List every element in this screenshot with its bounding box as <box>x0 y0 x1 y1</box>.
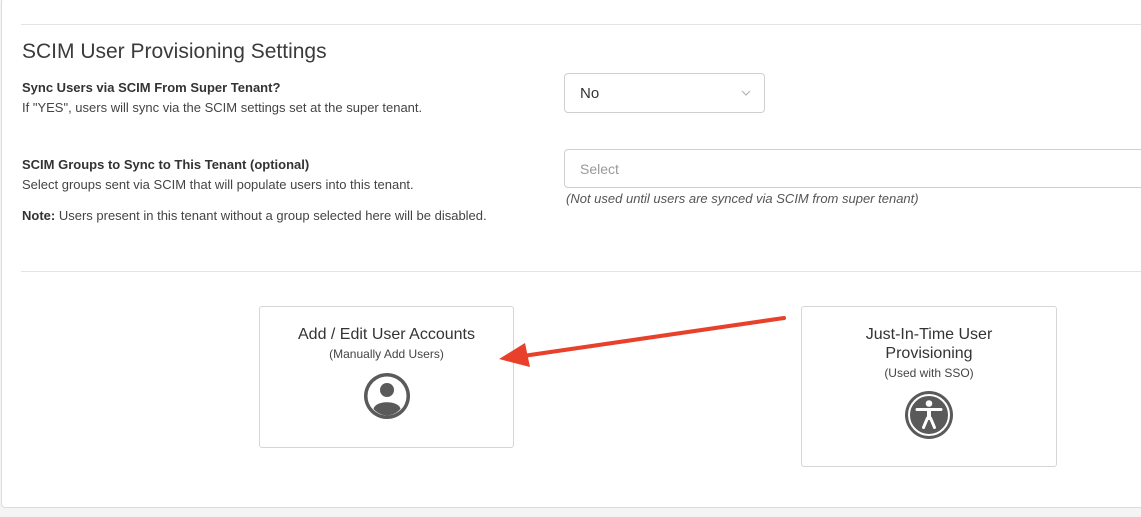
divider-top <box>21 24 1141 25</box>
scim-groups-placeholder: Select <box>580 161 619 177</box>
section-title: SCIM User Provisioning Settings <box>22 40 327 63</box>
jit-provisioning-card[interactable]: Just-In-Time User Provisioning (Used wit… <box>801 306 1057 467</box>
user-circle-icon <box>363 373 410 419</box>
chevron-down-icon <box>741 90 751 96</box>
sync-users-help: If "YES", users will sync via the SCIM s… <box>22 100 423 115</box>
add-edit-users-subtitle: (Manually Add Users) <box>329 347 444 361</box>
pointer-arrow <box>499 316 786 367</box>
add-edit-users-title: Add / Edit User Accounts <box>298 326 475 343</box>
scim-groups-select[interactable]: Select <box>564 149 1141 188</box>
note-prefix: Note: <box>22 208 56 223</box>
divider-middle <box>21 271 1141 272</box>
jit-provisioning-subtitle: (Used with SSO) <box>884 366 974 380</box>
accessibility-icon <box>905 391 953 439</box>
sync-users-select[interactable]: No <box>564 73 765 113</box>
scim-groups-label: SCIM Groups to Sync to This Tenant (opti… <box>22 157 310 172</box>
scim-groups-hint: (Not used until users are synced via SCI… <box>566 191 919 206</box>
add-edit-users-card[interactable]: Add / Edit User Accounts (Manually Add U… <box>259 306 514 448</box>
sync-users-value: No <box>580 85 600 102</box>
sync-users-label: Sync Users via SCIM From Super Tenant? <box>22 80 281 95</box>
scim-groups-help: Select groups sent via SCIM that will po… <box>22 177 414 192</box>
scim-groups-note: Note: Users present in this tenant witho… <box>22 208 487 223</box>
note-text: Users present in this tenant without a g… <box>55 208 487 223</box>
jit-provisioning-title: Just-In-Time User Provisioning <box>865 326 993 362</box>
